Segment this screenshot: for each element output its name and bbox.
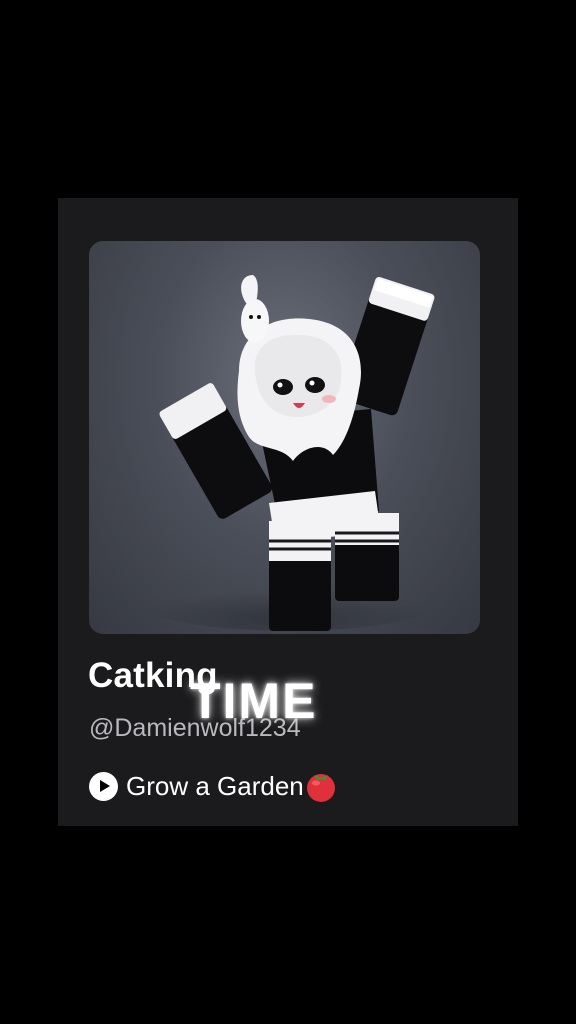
avatar-illustration xyxy=(139,275,439,631)
screen: Catking @Damienwolf1234 Grow a Garden TI… xyxy=(0,0,576,1024)
overlay-caption: TIME xyxy=(190,673,318,729)
game-label: Grow a Garden xyxy=(126,770,304,801)
profile-card: Catking @Damienwolf1234 Grow a Garden xyxy=(58,198,518,826)
game-link[interactable]: Grow a Garden xyxy=(89,768,338,804)
play-circle-icon xyxy=(89,771,118,801)
tomato-icon xyxy=(304,769,338,803)
avatar-thumbnail[interactable] xyxy=(89,241,480,634)
